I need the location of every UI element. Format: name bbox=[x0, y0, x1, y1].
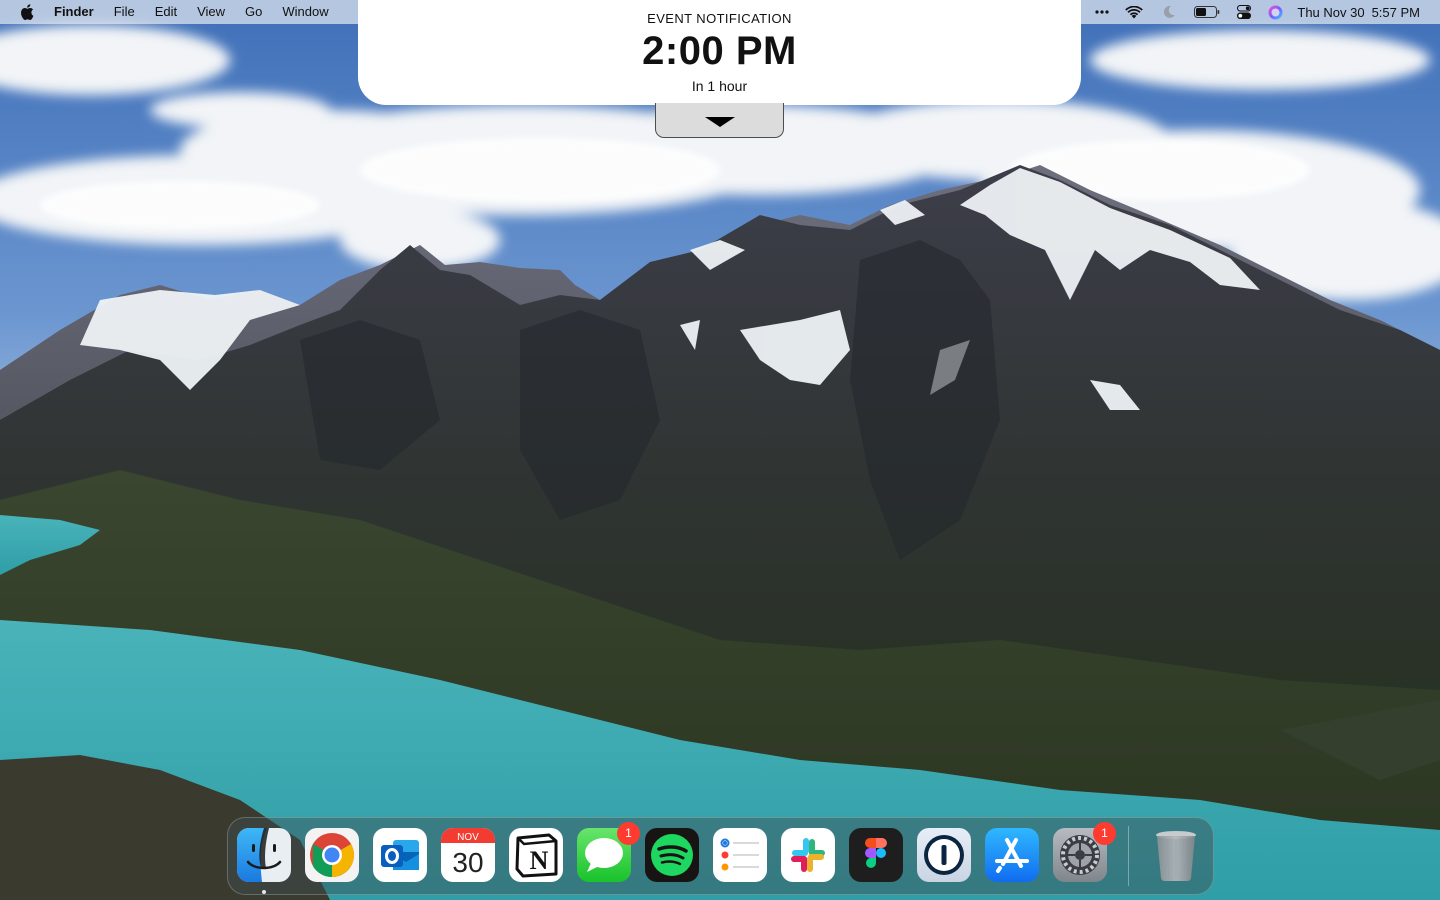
menu-app-name[interactable]: Finder bbox=[53, 0, 104, 24]
dock-app-outlook[interactable] bbox=[373, 828, 427, 882]
menu-file[interactable]: File bbox=[104, 0, 145, 24]
outlook-icon bbox=[373, 828, 427, 882]
figma-icon bbox=[849, 828, 903, 882]
menu-view[interactable]: View bbox=[187, 0, 235, 24]
wifi-icon[interactable] bbox=[1123, 0, 1145, 24]
notification-event-time: 2:00 PM bbox=[642, 29, 797, 73]
event-notification[interactable]: EVENT NOTIFICATION 2:00 PM In 1 hour bbox=[358, 0, 1081, 105]
spotify-icon bbox=[645, 828, 699, 882]
dock-app-trash[interactable] bbox=[1149, 828, 1203, 882]
finder-icon bbox=[237, 828, 291, 882]
dock-app-calendar[interactable]: NOV 30 bbox=[441, 828, 495, 882]
chrome-icon bbox=[305, 828, 359, 882]
dock-app-slack[interactable] bbox=[781, 828, 835, 882]
dock-app-app-store[interactable] bbox=[985, 828, 1039, 882]
dock-app-notion[interactable]: N bbox=[509, 828, 563, 882]
focus-moon-icon[interactable] bbox=[1159, 0, 1179, 24]
dock-app-spotify[interactable] bbox=[645, 828, 699, 882]
reminders-icon bbox=[713, 828, 767, 882]
control-center-icon[interactable] bbox=[1235, 0, 1253, 24]
dock-app-figma[interactable] bbox=[849, 828, 903, 882]
caret-down-icon bbox=[704, 116, 735, 127]
menu-go[interactable]: Go bbox=[235, 0, 272, 24]
dock-app-1password[interactable] bbox=[917, 828, 971, 882]
dock-app-messages[interactable]: 1 bbox=[577, 822, 640, 882]
app-store-icon bbox=[985, 828, 1039, 882]
clock-date: Thu Nov 30 bbox=[1297, 4, 1365, 20]
clock-time: 5:57 PM bbox=[1371, 4, 1420, 20]
calendar-icon: NOV 30 bbox=[441, 828, 495, 882]
dock-divider bbox=[1128, 826, 1129, 886]
dock-app-system-settings[interactable]: 1 bbox=[1053, 822, 1116, 882]
notion-glyph: N bbox=[530, 846, 549, 875]
system-settings-badge: 1 bbox=[1093, 822, 1116, 845]
dock-app-reminders[interactable] bbox=[713, 828, 767, 882]
menubar-clock[interactable]: Thu Nov 30 5:57 PM bbox=[1297, 5, 1420, 20]
trash-icon bbox=[1156, 831, 1196, 882]
notification-expand-button[interactable] bbox=[655, 103, 784, 138]
apple-menu-icon[interactable] bbox=[19, 4, 35, 20]
battery-icon[interactable] bbox=[1193, 0, 1221, 24]
notification-eyebrow: EVENT NOTIFICATION bbox=[647, 11, 792, 26]
calendar-month: NOV bbox=[457, 832, 479, 843]
menu-window[interactable]: Window bbox=[272, 0, 338, 24]
menu-edit[interactable]: Edit bbox=[145, 0, 187, 24]
dock-app-finder[interactable] bbox=[237, 828, 291, 894]
dock-app-chrome[interactable] bbox=[305, 828, 359, 882]
onepassword-icon bbox=[917, 828, 971, 882]
siri-icon[interactable] bbox=[1267, 0, 1283, 24]
dock: NOV 30 N 1 1 bbox=[227, 817, 1214, 895]
slack-icon bbox=[781, 828, 835, 882]
messages-badge: 1 bbox=[617, 822, 640, 845]
running-indicator bbox=[262, 890, 266, 894]
more-icon[interactable] bbox=[1091, 0, 1113, 24]
notion-icon: N bbox=[509, 828, 563, 882]
calendar-day: 30 bbox=[452, 847, 483, 878]
notification-relative-time: In 1 hour bbox=[691, 78, 748, 94]
